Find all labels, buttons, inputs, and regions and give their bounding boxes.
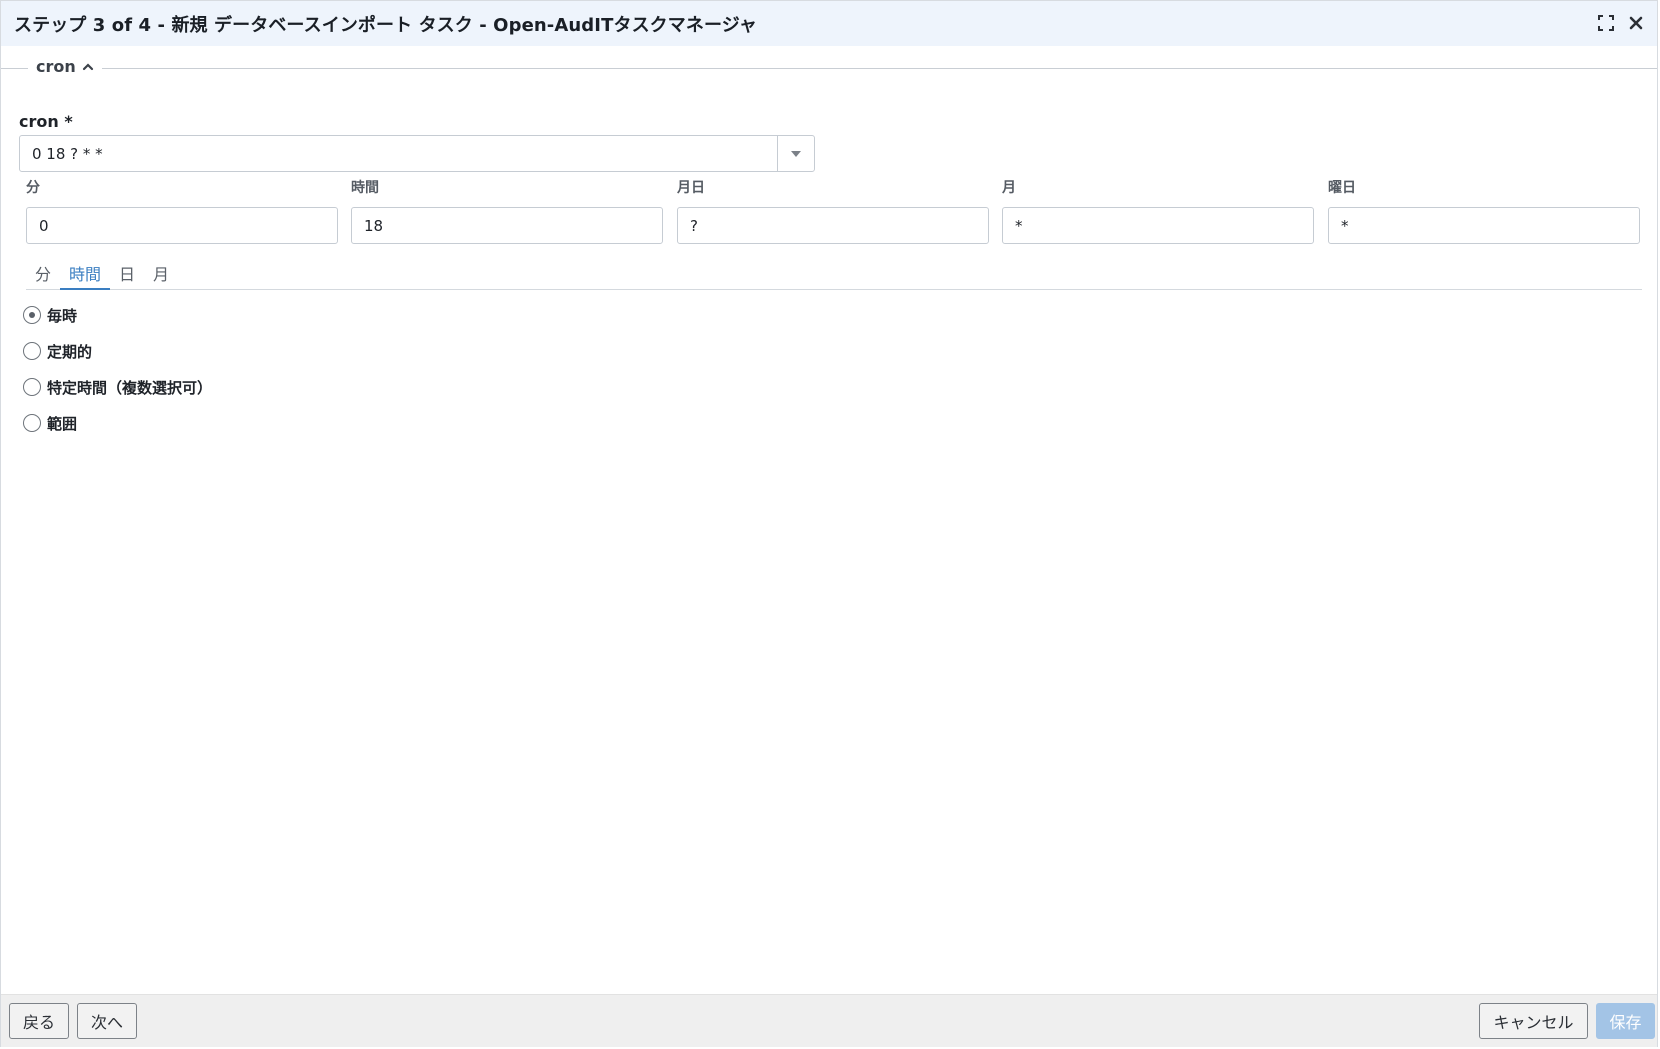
fieldset-legend-label: cron (36, 57, 76, 76)
close-icon[interactable] (1625, 12, 1647, 34)
minute-label: 分 (26, 180, 40, 196)
day-of-week-input[interactable] (1328, 207, 1640, 244)
day-of-week-label: 曜日 (1328, 180, 1356, 196)
day-of-week-field: 曜日 (1328, 177, 1640, 244)
radio-label: 定期的 (47, 342, 93, 361)
back-button[interactable]: 戻る (9, 1003, 69, 1039)
titlebar-tools (1595, 12, 1647, 34)
cron-tabs: 分 時間 日 月 (26, 257, 1642, 290)
day-of-month-label: 月日 (677, 180, 705, 196)
cancel-button[interactable]: キャンセル (1479, 1003, 1588, 1039)
tab-day[interactable]: 日 (110, 257, 144, 284)
cron-field-label: cron * (19, 112, 73, 131)
month-field: 月 (1002, 177, 1314, 244)
cron-input[interactable] (20, 136, 777, 171)
save-button[interactable]: 保存 (1596, 1003, 1655, 1039)
fieldset-legend-toggle[interactable]: cron (28, 57, 102, 76)
radio-range[interactable]: 範囲 (23, 405, 212, 441)
fullscreen-icon[interactable] (1595, 12, 1617, 34)
dialog-title: ステップ 3 of 4 - 新規 データベースインポート タスク - Open-… (14, 14, 758, 36)
radio-label: 特定時間（複数選択可） (47, 378, 213, 397)
chevron-up-icon (82, 57, 94, 76)
radio-periodic[interactable]: 定期的 (23, 333, 212, 369)
hour-label: 時間 (351, 180, 379, 196)
radio-label: 毎時 (47, 306, 78, 325)
tab-month[interactable]: 月 (144, 257, 178, 284)
day-of-month-input[interactable] (677, 207, 989, 244)
radio-unchecked-icon[interactable] (23, 378, 41, 396)
radio-every-hour[interactable]: 毎時 (23, 297, 212, 333)
month-label: 月 (1002, 180, 1016, 196)
fieldset-border (1, 68, 1657, 69)
minute-field: 分 (26, 177, 338, 244)
cron-combobox[interactable] (19, 135, 815, 172)
dialog-footer: 戻る 次へ キャンセル 保存 (1, 994, 1657, 1047)
radio-label: 範囲 (47, 414, 78, 433)
next-button[interactable]: 次へ (77, 1003, 137, 1039)
day-of-month-field: 月日 (677, 177, 989, 244)
cron-parts-row: 分 時間 月日 月 曜日 (26, 177, 1640, 247)
hour-options: 毎時 定期的 特定時間（複数選択可） 範囲 (23, 297, 212, 441)
radio-unchecked-icon[interactable] (23, 342, 41, 360)
minute-input[interactable] (26, 207, 338, 244)
chevron-down-icon[interactable] (777, 136, 814, 171)
radio-specific-hours[interactable]: 特定時間（複数選択可） (23, 369, 212, 405)
radio-checked-icon[interactable] (23, 306, 41, 324)
task-wizard-dialog: ステップ 3 of 4 - 新規 データベースインポート タスク - Open-… (0, 0, 1658, 1047)
radio-unchecked-icon[interactable] (23, 414, 41, 432)
dialog-titlebar: ステップ 3 of 4 - 新規 データベースインポート タスク - Open-… (1, 1, 1657, 46)
tab-hour[interactable]: 時間 (60, 257, 111, 290)
tab-minute[interactable]: 分 (26, 257, 60, 284)
month-input[interactable] (1002, 207, 1314, 244)
hour-field: 時間 (351, 177, 663, 244)
hour-input[interactable] (351, 207, 663, 244)
